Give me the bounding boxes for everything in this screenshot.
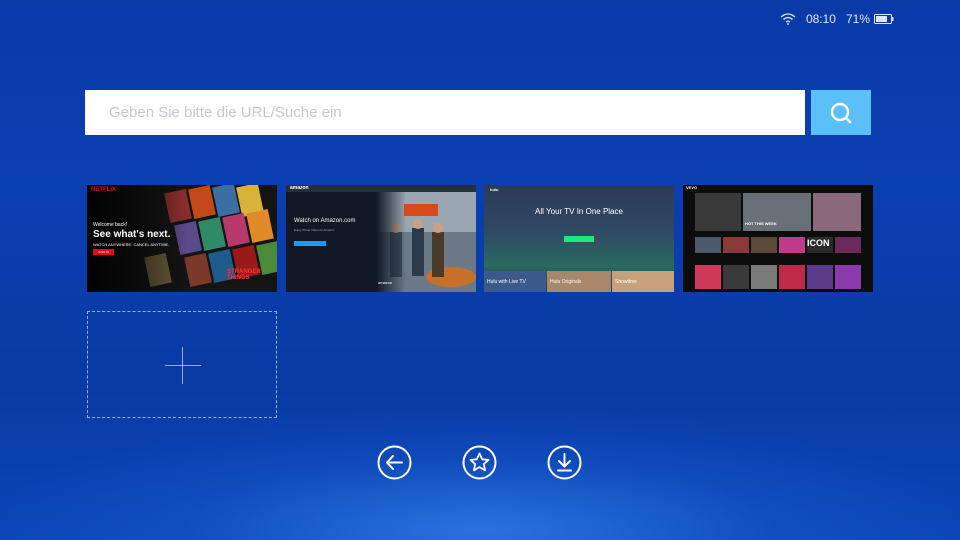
search-icon <box>830 102 852 123</box>
battery-icon <box>874 14 894 24</box>
hulu-cta-button <box>564 236 594 242</box>
amazon-headline: Watch on Amazon.com <box>294 218 356 224</box>
hulu-tile-originals-label: Hulu Originals <box>550 279 582 285</box>
amazon-logo: amazon <box>290 185 309 191</box>
amazon-hero-image <box>376 192 476 292</box>
netflix-tile-title: STRANGER THINGS <box>227 269 261 281</box>
netflix-logo: NETFLIX <box>91 187 116 193</box>
download-icon <box>547 445 582 480</box>
search-bar <box>85 90 871 135</box>
amazon-header <box>286 185 476 192</box>
thumbnail-amazon[interactable]: amazon Watch on Amazon.com Enjoy Prime V… <box>286 185 476 292</box>
vevo-hot-label: HOT THIS WEEK <box>745 221 777 226</box>
star-icon <box>462 445 497 480</box>
status-time: 08:10 <box>805 12 836 26</box>
downloads-button[interactable] <box>547 445 582 480</box>
favorites-button[interactable] <box>462 445 497 480</box>
netflix-headline: See what's next. <box>93 229 171 240</box>
vevo-logo: VEVO <box>686 185 698 190</box>
vevo-icon-label: ICON <box>807 238 830 248</box>
back-button[interactable] <box>377 445 412 480</box>
thumbnail-hulu[interactable]: hulu All Your TV In One Place Hulu with … <box>484 185 674 292</box>
thumbnail-vevo[interactable]: VEVO HOT THIS WEEK ICON <box>683 185 873 292</box>
hulu-tile-live-label: Hulu with Live TV <box>487 279 526 285</box>
battery-percent: 71% <box>845 12 870 26</box>
arrow-left-icon <box>377 445 412 480</box>
amazon-footer-logo: amazon <box>378 280 393 285</box>
search-input[interactable] <box>85 90 805 135</box>
search-button[interactable] <box>811 90 871 135</box>
amazon-sub: Enjoy Prime Video on Amazon <box>294 228 335 232</box>
hulu-logo: hulu <box>490 187 499 192</box>
netflix-signin: SIGN IN <box>93 249 115 255</box>
vevo-hero-right <box>813 193 861 231</box>
add-bookmark-tile[interactable] <box>87 311 277 418</box>
thumbnail-netflix[interactable]: NETFLIX Welcome back! See what's next. W… <box>87 185 277 292</box>
status-bar: 08:10 71% <box>780 12 894 26</box>
vevo-video-grid <box>695 237 861 289</box>
battery-status: 71% <box>846 12 894 26</box>
netflix-welcome: Welcome back! <box>93 222 128 228</box>
hulu-tile-showtime-label: Showtime <box>615 279 637 285</box>
wifi-icon <box>780 13 796 25</box>
hulu-headline: All Your TV In One Place <box>535 207 623 216</box>
netflix-sub: WATCH ANYWHERE. CANCEL ANYTIME. <box>93 242 170 247</box>
vevo-hero-left <box>695 193 741 231</box>
amazon-cta-button <box>294 241 326 246</box>
